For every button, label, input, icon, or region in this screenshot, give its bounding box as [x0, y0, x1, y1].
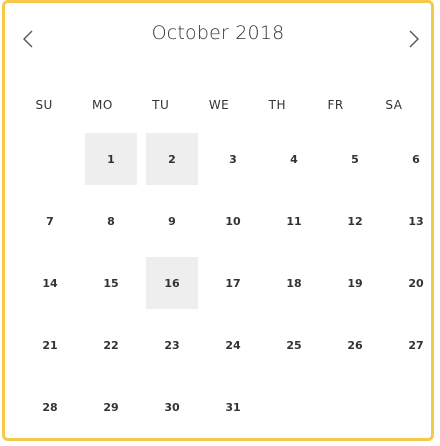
- month-title: October 2018: [151, 22, 285, 44]
- chevron-right-icon: [408, 29, 420, 49]
- weekday-label: WE: [208, 98, 230, 112]
- day-cell-highlighted[interactable]: 16: [146, 257, 198, 309]
- day-cell[interactable]: 23: [146, 319, 198, 371]
- weekday-label: FR: [327, 98, 344, 112]
- day-cell[interactable]: 3: [207, 133, 259, 185]
- weekday-label: MO: [92, 98, 113, 112]
- weekday-label: TH: [268, 98, 287, 112]
- day-cell[interactable]: 17: [207, 257, 259, 309]
- calendar-widget: October 2018 SU MO TU WE TH FR SA 123456…: [2, 0, 434, 441]
- weekday-header-row: SU MO TU WE TH FR SA: [15, 98, 423, 112]
- calendar-header: October 2018: [5, 3, 431, 73]
- weekday-label: SU: [35, 98, 53, 112]
- day-cell[interactable]: 8: [85, 195, 137, 247]
- day-cell-highlighted[interactable]: 2: [146, 133, 198, 185]
- day-cell[interactable]: 21: [24, 319, 76, 371]
- day-cell[interactable]: 11: [268, 195, 320, 247]
- day-cell[interactable]: 30: [146, 381, 198, 433]
- day-cell[interactable]: 14: [24, 257, 76, 309]
- day-cell[interactable]: 31: [207, 381, 259, 433]
- day-cell[interactable]: 15: [85, 257, 137, 309]
- day-cell[interactable]: 4: [268, 133, 320, 185]
- day-cell[interactable]: 13: [390, 195, 440, 247]
- day-cell[interactable]: 18: [268, 257, 320, 309]
- day-cell[interactable]: 10: [207, 195, 259, 247]
- day-cell[interactable]: 25: [268, 319, 320, 371]
- day-cell[interactable]: 27: [390, 319, 440, 371]
- day-cell[interactable]: 6: [390, 133, 440, 185]
- days-grid: 1 2 3 4 5 6 7 8 9 10 11 12 13 14 15 16 17 18 19 20 21 22 23 24 2…: [24, 133, 440, 433]
- weekday-label: SA: [385, 98, 403, 112]
- day-cell[interactable]: 20: [390, 257, 440, 309]
- day-cell[interactable]: 24: [207, 319, 259, 371]
- next-month-button[interactable]: [399, 21, 429, 57]
- day-cell[interactable]: 22: [85, 319, 137, 371]
- day-cell[interactable]: 9: [146, 195, 198, 247]
- day-cell[interactable]: 29: [85, 381, 137, 433]
- day-cell[interactable]: 26: [329, 319, 381, 371]
- day-cell[interactable]: 5: [329, 133, 381, 185]
- day-cell[interactable]: 7: [24, 195, 76, 247]
- day-cell[interactable]: 28: [24, 381, 76, 433]
- day-cell[interactable]: 12: [329, 195, 381, 247]
- day-cell[interactable]: 19: [329, 257, 381, 309]
- day-cell-highlighted[interactable]: 1: [85, 133, 137, 185]
- weekday-label: TU: [152, 98, 170, 112]
